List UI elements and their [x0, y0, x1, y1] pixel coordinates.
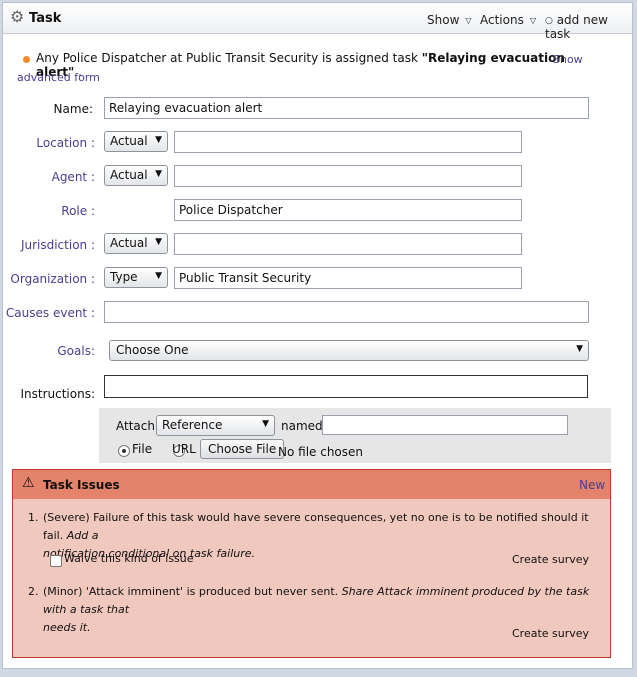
dropdown-arrow-icon: ▼ — [262, 419, 269, 429]
show-advanced-link[interactable]: Show — [553, 53, 583, 66]
choose-file-button[interactable]: Choose File — [200, 439, 285, 459]
jurisdiction-select[interactable]: Actual ▼ — [104, 233, 168, 254]
issue-number: 1. — [28, 511, 39, 524]
warning-icon: ⚠ — [22, 475, 35, 491]
organization-label[interactable]: Organization : — [3, 272, 95, 286]
dropdown-arrow-icon: ▼ — [155, 169, 162, 179]
location-label[interactable]: Location : — [3, 136, 95, 150]
instructions-textarea[interactable] — [104, 375, 588, 398]
named-label: named — [281, 419, 323, 433]
url-radio-label: URL — [172, 442, 196, 456]
dropdown-arrow-icon: ▼ — [155, 135, 162, 145]
file-radio[interactable] — [118, 445, 130, 457]
add-icon: ○ — [545, 16, 553, 26]
dropdown-arrow-icon: ▼ — [576, 344, 583, 354]
panel-title: Task — [29, 11, 62, 26]
dropdown-arrow-icon: ▼ — [155, 237, 162, 247]
dropdown-arrow-icon: ▼ — [155, 271, 162, 281]
waive-issue-checkbox[interactable] — [50, 555, 62, 567]
name-field[interactable]: Relaying evacuation alert — [104, 97, 589, 119]
task-summary: Any Police Dispatcher at Public Transit … — [36, 51, 565, 79]
chevron-down-icon: ▽ — [465, 16, 472, 25]
show-advanced-link-cont[interactable]: advanced form — [17, 71, 100, 84]
agent-select[interactable]: Actual ▼ — [104, 165, 168, 186]
jurisdiction-field[interactable] — [174, 233, 522, 255]
causes-event-label[interactable]: Causes event : — [3, 306, 95, 320]
task-issues-panel: ⚠ Task Issues New 1. (Severe) Failure of… — [12, 469, 611, 658]
task-issues-title: Task Issues — [43, 478, 120, 492]
no-file-chosen-text: No file chosen — [278, 445, 364, 459]
attach-select[interactable]: Reference ▼ — [156, 415, 275, 436]
name-label: Name: — [53, 102, 93, 116]
agent-field[interactable] — [174, 165, 522, 187]
file-radio-label: File — [132, 442, 153, 456]
attach-label: Attach: — [116, 419, 160, 433]
create-survey-link[interactable]: Create survey — [512, 625, 589, 643]
attach-panel: Attach: Reference ▼ named File URL Choose… — [99, 408, 611, 463]
instructions-label: Instructions: — [20, 387, 95, 401]
location-select[interactable]: Actual ▼ — [104, 131, 168, 152]
named-field[interactable] — [322, 415, 568, 435]
issue-number: 2. — [28, 585, 39, 598]
task-issues-header: ⚠ Task Issues New — [13, 470, 610, 499]
organization-select[interactable]: Type ▼ — [104, 267, 168, 288]
jurisdiction-label[interactable]: Jurisdiction : — [3, 238, 95, 252]
gear-icon: ⚙ — [10, 7, 25, 26]
actions-menu[interactable]: Actions ▽ — [480, 13, 536, 27]
agent-label[interactable]: Agent : — [3, 170, 95, 184]
goals-label: Goals: — [57, 344, 95, 358]
role-label[interactable]: Role : — [3, 204, 95, 218]
create-survey-link[interactable]: Create survey — [512, 551, 589, 569]
waive-issue-label: Waive this kind of issue — [64, 552, 194, 565]
goals-select[interactable]: Choose One ▼ — [109, 340, 589, 361]
task-panel: ⚙ Task Show ▽ Actions ▽ ○ add new task Any… — [2, 2, 633, 669]
status-dot-icon — [23, 56, 30, 63]
role-field[interactable]: Police Dispatcher — [174, 199, 522, 221]
panel-header: ⚙ Task Show ▽ Actions ▽ ○ add new task — [3, 3, 632, 41]
causes-event-field[interactable] — [104, 301, 589, 323]
add-new-task-link[interactable]: ○ add new task — [545, 13, 632, 41]
show-menu[interactable]: Show ▽ — [427, 13, 472, 27]
new-issue-link[interactable]: New — [579, 478, 605, 492]
location-field[interactable] — [174, 131, 522, 153]
chevron-down-icon: ▽ — [529, 16, 536, 25]
organization-field[interactable]: Public Transit Security — [174, 267, 522, 289]
